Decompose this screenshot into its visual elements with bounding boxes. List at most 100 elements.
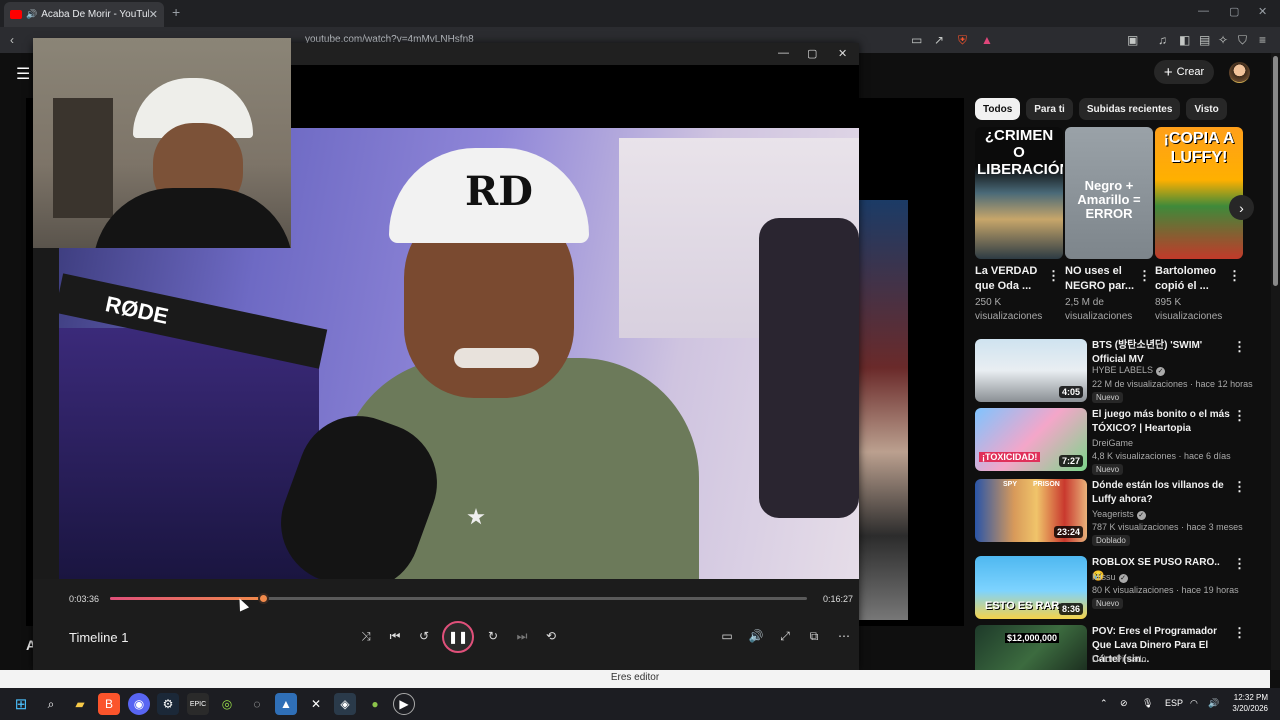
forward-icon[interactable]: ↻: [485, 629, 501, 643]
thumb-text: $12,000,000: [1005, 633, 1060, 643]
window-minimize-button[interactable]: —: [1198, 5, 1209, 17]
brave-icon[interactable]: B: [98, 693, 120, 715]
obs-icon[interactable]: ◌: [246, 693, 268, 715]
nvidia-icon[interactable]: ◎: [216, 693, 238, 715]
repeat-off-icon[interactable]: ⟲: [543, 629, 559, 643]
photos-icon[interactable]: ▲: [275, 693, 297, 715]
chip-para-ti[interactable]: Para ti: [1026, 98, 1073, 120]
fullscreen-icon[interactable]: ⤢: [777, 629, 793, 644]
file-explorer-icon[interactable]: ▰: [69, 693, 91, 715]
vpn-icon[interactable]: ⛉: [1238, 33, 1247, 48]
list-item[interactable]: 4:05 BTS (방탄소년단) 'SWIM' Official MV HYBE…: [975, 339, 1255, 403]
short-title[interactable]: NO uses el NEGRO par...: [1065, 264, 1137, 294]
more-icon[interactable]: ⋯: [836, 629, 852, 643]
avatar[interactable]: [1229, 62, 1250, 83]
epic-games-icon[interactable]: EPIC: [187, 693, 209, 715]
browser-tab[interactable]: 🔊 Acaba De Morir - YouTube ✕: [4, 2, 164, 27]
player-minimize-button[interactable]: —: [778, 47, 789, 59]
new-tab-button[interactable]: +: [172, 4, 180, 20]
more-options-icon[interactable]: ⋮: [1233, 408, 1246, 424]
create-button[interactable]: + Crear: [1154, 60, 1214, 84]
music-icon[interactable]: ♫: [1158, 33, 1167, 47]
more-options-icon[interactable]: ⋮: [1233, 339, 1246, 355]
video-thumbnail[interactable]: 4:05: [975, 339, 1087, 402]
discord-icon[interactable]: ◉: [128, 693, 150, 715]
scrollbar-thumb[interactable]: [1273, 56, 1278, 286]
more-options-icon[interactable]: ⋮: [1233, 479, 1246, 495]
video-thumbnail[interactable]: ¡TOXICIDAD! 7:27: [975, 408, 1087, 471]
tray-chevron-icon[interactable]: ⌃: [1100, 698, 1108, 709]
rewards-icon[interactable]: ▲: [981, 33, 993, 47]
more-options-icon[interactable]: ⋮: [1228, 268, 1241, 284]
shuffle-icon[interactable]: ⤨: [358, 629, 374, 644]
short-title[interactable]: La VERDAD que Oda ...: [975, 264, 1047, 294]
video-thumbnail[interactable]: ESTO ES RAR 8:36: [975, 556, 1087, 619]
short-thumbnail[interactable]: Negro + Amarillo = ERROR: [1065, 127, 1153, 259]
video-title[interactable]: Dónde están los villanos de Luffy ahora?: [1092, 479, 1232, 507]
shorts-next-button[interactable]: ›: [1229, 195, 1254, 220]
channel-name[interactable]: HYBE LABELS ✓: [1092, 365, 1166, 376]
chip-todos[interactable]: Todos: [975, 98, 1021, 120]
back-icon[interactable]: ‹: [10, 33, 14, 47]
list-item[interactable]: ¡TOXICIDAD! 7:27 El juego más bonito o e…: [975, 408, 1255, 475]
bg-chair: [53, 98, 113, 218]
media-player-taskbar-icon[interactable]: ▶: [393, 693, 415, 715]
windows-start-icon[interactable]: ⊞: [10, 693, 32, 715]
short-thumbnail[interactable]: ¡COPIA A LUFFY!: [1155, 127, 1243, 259]
cast-icon[interactable]: ▭: [911, 33, 922, 47]
more-options-icon[interactable]: ⋮: [1138, 268, 1151, 284]
player-maximize-button[interactable]: ▢: [807, 47, 817, 60]
channel-name[interactable]: DreiGame: [1092, 438, 1133, 448]
next-icon[interactable]: ⏭: [514, 629, 530, 644]
menu-icon[interactable]: ≡: [1259, 33, 1266, 47]
list-item[interactable]: ESTO ES RAR 8:36 ROBLOX SE PUSO RARO.. 😢…: [975, 556, 1255, 620]
subtitles-icon[interactable]: ▭: [719, 629, 735, 643]
android-icon[interactable]: ●: [364, 693, 386, 715]
channel-name[interactable]: Missu ✓: [1092, 572, 1128, 583]
short-title[interactable]: Bartolomeo copió el ...: [1155, 264, 1227, 294]
pause-button[interactable]: ❚❚: [442, 621, 474, 653]
language-indicator[interactable]: ESP: [1165, 698, 1183, 708]
reader-icon[interactable]: ◧: [1179, 33, 1190, 47]
capcut-icon[interactable]: ✕: [305, 693, 327, 715]
volume-icon[interactable]: 🔊: [748, 629, 764, 643]
window-close-button[interactable]: ✕: [1258, 5, 1267, 18]
speaker-icon[interactable]: 🔊: [26, 9, 37, 20]
sidebar-icon[interactable]: ▣: [1127, 33, 1138, 47]
wifi-icon[interactable]: ◠: [1190, 698, 1198, 709]
network-off-icon[interactable]: ⊘: [1120, 698, 1128, 709]
search-icon[interactable]: ⌕: [40, 693, 62, 715]
wallet-icon[interactable]: ▤: [1199, 33, 1210, 47]
rewind-icon[interactable]: ↺: [416, 629, 432, 643]
miniplayer-icon[interactable]: ⧉: [806, 629, 822, 644]
video-thumbnail[interactable]: SPY PRISON 23:24: [975, 479, 1087, 542]
more-options-icon[interactable]: ⋮: [1047, 268, 1060, 284]
short-thumb-text: ¡COPIA A LUFFY!: [1163, 130, 1235, 166]
ai-icon[interactable]: ✧: [1218, 33, 1228, 47]
more-options-icon[interactable]: ⋮: [1233, 625, 1246, 641]
video-title[interactable]: BTS (방탄소년단) 'SWIM' Official MV: [1092, 339, 1232, 367]
channel-name[interactable]: Yeagerists ✓: [1092, 509, 1146, 520]
short-thumbnail[interactable]: ¿CRIMEN O LIBERACIÓN?: [975, 127, 1063, 259]
list-item[interactable]: $12,000,000 POV: Eres el Programador Que…: [975, 625, 1255, 670]
tab-close-icon[interactable]: ✕: [149, 8, 158, 21]
steam-icon[interactable]: ⚙: [157, 693, 179, 715]
player-close-button[interactable]: ✕: [838, 47, 847, 60]
app-icon[interactable]: ◈: [334, 693, 356, 715]
share-icon[interactable]: ↗: [934, 33, 944, 47]
brave-shield-icon[interactable]: ⛨: [958, 33, 967, 48]
window-maximize-button[interactable]: ▢: [1229, 5, 1239, 18]
hamburger-menu-icon[interactable]: ☰: [16, 64, 30, 84]
clock[interactable]: 12:32 PM 3/20/2026: [1226, 692, 1268, 714]
chip-visto[interactable]: Visto: [1186, 98, 1227, 120]
more-options-icon[interactable]: ⋮: [1233, 556, 1246, 572]
previous-icon[interactable]: ⏮: [387, 629, 403, 644]
seek-bar-handle[interactable]: [258, 593, 269, 604]
list-item[interactable]: SPY PRISON 23:24 Dónde están los villano…: [975, 479, 1255, 546]
volume-tray-icon[interactable]: 🔊: [1208, 698, 1219, 709]
video-title[interactable]: El juego más bonito o el más TÓXICO? | H…: [1092, 408, 1232, 436]
chip-subidas-recientes[interactable]: Subidas recientes: [1078, 98, 1181, 120]
channel-name[interactable]: Dolor Pintado: [1092, 654, 1147, 664]
mic-icon[interactable]: 🎙: [1142, 698, 1153, 709]
video-thumbnail[interactable]: $12,000,000: [975, 625, 1087, 670]
